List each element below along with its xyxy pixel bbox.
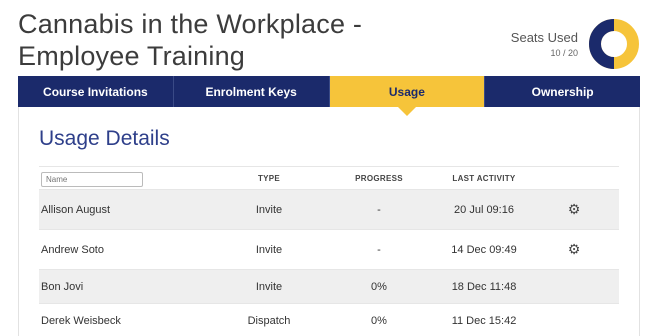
column-header-last-activity[interactable]: LAST ACTIVITY (439, 174, 529, 183)
cell-type: Invite (255, 243, 283, 256)
cell-last-activity: 20 Jul 09:16 (454, 203, 514, 216)
tab-course-invitations[interactable]: Course Invitations (18, 76, 174, 107)
cell-name: Andrew Soto (41, 243, 104, 256)
tab-enrolment-keys[interactable]: Enrolment Keys (174, 76, 330, 107)
cell-name: Bon Jovi (41, 280, 84, 293)
table-header: TYPE PROGRESS LAST ACTIVITY (39, 166, 619, 190)
page-header: Cannabis in the Workplace - Employee Tra… (18, 8, 458, 72)
cell-name: Derek Weisbeck (41, 314, 121, 327)
cell-last-activity: 14 Dec 09:49 (451, 243, 517, 256)
seats-used-label: Seats Used (510, 30, 578, 45)
cell-type: Invite (255, 280, 283, 293)
page-title-line-1: Cannabis in the Workplace - (18, 9, 363, 39)
cell-progress: 0% (371, 280, 387, 293)
name-filter-input[interactable] (41, 172, 143, 187)
column-header-type[interactable]: TYPE (219, 174, 319, 183)
cell-progress: 0% (371, 314, 387, 327)
table-row[interactable]: Allison August Invite - 20 Jul 09:16 ⚙ (39, 190, 619, 230)
seats-donut-used (589, 19, 615, 69)
seats-used-count: 10 / 20 (550, 48, 578, 58)
seats-donut-chart (589, 19, 639, 69)
cell-progress: - (377, 203, 381, 216)
page-title-line-2: Employee Training (18, 41, 246, 71)
usage-panel: Usage Details TYPE PROGRESS LAST ACTIVIT… (18, 107, 640, 336)
column-header-progress[interactable]: PROGRESS (319, 174, 439, 183)
tab-ownership[interactable]: Ownership (485, 76, 640, 107)
section-title: Usage Details (39, 127, 170, 150)
cell-progress: - (377, 243, 381, 256)
cell-type: Invite (255, 203, 283, 216)
tab-usage[interactable]: Usage (329, 76, 486, 116)
table-row[interactable]: Derek Weisbeck Dispatch 0% 11 Dec 15:42 (39, 304, 619, 336)
table-row[interactable]: Bon Jovi Invite 0% 18 Dec 11:48 (39, 270, 619, 304)
cell-name: Allison August (41, 203, 111, 216)
tab-label: Course Invitations (43, 84, 148, 99)
tab-bar: Course Invitations Enrolment Keys Usage … (18, 76, 640, 116)
cell-last-activity: 18 Dec 11:48 (451, 280, 517, 293)
usage-table: TYPE PROGRESS LAST ACTIVITY Allison Augu… (39, 166, 619, 336)
gear-icon[interactable]: ⚙ (568, 201, 581, 217)
tab-label: Usage (388, 84, 425, 99)
cell-last-activity: 11 Dec 15:42 (451, 314, 517, 327)
cell-type: Dispatch (247, 314, 291, 327)
tab-label: Enrolment Keys (205, 84, 297, 99)
table-row[interactable]: Andrew Soto Invite - 14 Dec 09:49 ⚙ (39, 230, 619, 270)
gear-icon[interactable]: ⚙ (568, 241, 581, 257)
tab-label: Ownership (531, 84, 594, 99)
seats-used-widget: Seats Used 10 / 20 (511, 14, 640, 74)
